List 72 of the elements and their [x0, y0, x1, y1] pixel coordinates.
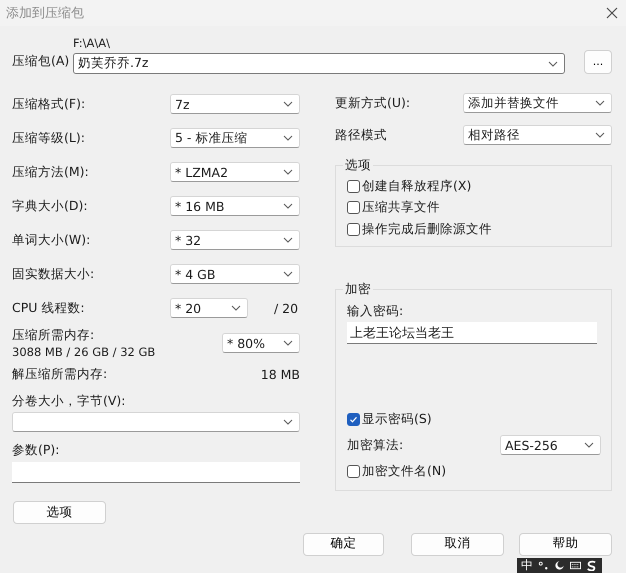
chevron-down-icon — [283, 419, 293, 425]
dropdown[interactable]: 5 - 标准压缩 — [170, 128, 300, 148]
checkbox[interactable] — [347, 180, 360, 194]
browse-button[interactable]: ... — [584, 50, 612, 74]
checkbox-label: 操作完成后删除源文件 — [362, 220, 492, 238]
dropdown[interactable]: * LZMA2 — [170, 162, 300, 182]
dropdown[interactable]: 7z — [170, 94, 300, 114]
checkbox[interactable] — [347, 412, 360, 426]
field-label: 压缩等级(L): — [12, 130, 85, 146]
input-mode-toggle[interactable]: 中 — [521, 559, 533, 572]
dropdown[interactable]: * 20 — [170, 298, 248, 318]
checkbox-label: 显示密码(S) — [362, 410, 432, 428]
dropdown[interactable]: 奶芙乔乔.7z — [73, 53, 565, 74]
field-label: 解压缩所需内存: — [12, 366, 108, 382]
field-label: 更新方式(U): — [335, 94, 410, 112]
memory-value: 18 MB — [260, 366, 300, 382]
field-label: 分卷大小，字节(V): — [12, 393, 127, 410]
chevron-down-icon — [283, 203, 293, 209]
checkmark-icon — [349, 414, 358, 424]
field-label: 压缩格式(F): — [12, 96, 86, 112]
chevron-down-icon — [283, 135, 293, 141]
path-text: F:\A\A\ — [73, 36, 111, 52]
input-field[interactable] — [12, 462, 300, 483]
dropdown[interactable] — [12, 412, 300, 432]
checkbox-label: 加密文件名(N) — [362, 462, 446, 480]
logo-icon[interactable] — [586, 560, 597, 571]
field-label: 压缩包(A) — [12, 52, 70, 70]
options-button[interactable]: 选项 — [13, 501, 106, 524]
dropdown[interactable]: * 4 GB — [170, 264, 300, 284]
memory-detail: 3088 MB / 26 GB / 32 GB — [12, 345, 156, 359]
punctuation-icon[interactable] — [538, 560, 549, 571]
field-label: 输入密码: — [347, 302, 404, 320]
dropdown[interactable]: * 32 — [170, 230, 300, 250]
thread-total: / 20 — [274, 300, 298, 316]
chevron-down-icon — [584, 442, 594, 448]
keyboard-icon[interactable] — [570, 560, 581, 571]
field-label: 单词大小(W): — [12, 232, 90, 248]
chevron-down-icon — [283, 340, 293, 346]
window-title: 添加到压缩包 — [6, 5, 84, 22]
field-label: 加密算法: — [347, 436, 404, 454]
dialog-button[interactable]: 取消 — [411, 533, 504, 556]
field-label: 压缩方法(M): — [12, 164, 89, 180]
dialog-button[interactable]: 帮助 — [519, 533, 612, 556]
field-label: 压缩所需内存: — [12, 327, 96, 344]
dropdown[interactable]: 添加并替换文件 — [463, 93, 612, 113]
dropdown[interactable]: 相对路径 — [463, 125, 612, 145]
field-label: 字典大小(D): — [12, 198, 88, 214]
dialog-button[interactable]: 确定 — [303, 533, 384, 556]
group-title: 选项 — [343, 157, 373, 174]
checkbox[interactable] — [347, 222, 360, 236]
chevron-down-icon — [283, 271, 293, 277]
password-field[interactable]: 上老王论坛当老王 — [347, 322, 597, 344]
chevron-down-icon — [548, 60, 558, 66]
close-icon[interactable] — [606, 7, 618, 19]
dropdown[interactable]: AES-256 — [500, 435, 601, 455]
moon-icon[interactable] — [554, 560, 565, 571]
checkbox[interactable] — [347, 464, 360, 478]
chevron-down-icon — [231, 305, 241, 311]
chevron-down-icon — [283, 101, 293, 107]
field-label: 参数(P): — [12, 442, 61, 459]
checkbox-label: 压缩共享文件 — [362, 199, 440, 216]
chevron-down-icon — [283, 237, 293, 243]
checkbox-label: 创建自释放程序(X) — [362, 178, 472, 196]
field-label: 路径模式 — [335, 126, 387, 144]
chevron-down-icon — [595, 132, 605, 138]
field-label: 固实数据大小: — [12, 266, 94, 282]
chevron-down-icon — [283, 169, 293, 175]
dropdown[interactable]: * 16 MB — [170, 196, 300, 216]
checkbox[interactable] — [347, 201, 360, 214]
dropdown[interactable]: * 80% — [222, 333, 300, 353]
field-label: CPU 线程数: — [12, 300, 85, 316]
chevron-down-icon — [595, 100, 605, 106]
